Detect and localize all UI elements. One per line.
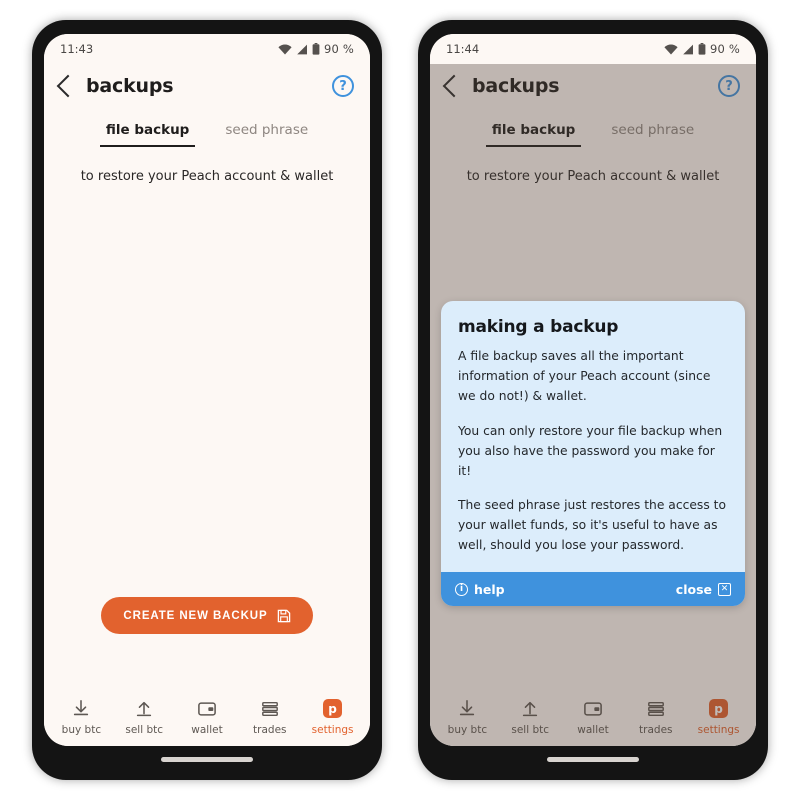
create-new-backup-label: CREATE NEW BACKUP [123, 609, 268, 622]
phone-screen-right: 11:44 90 % backups ? file backup seed ph… [430, 34, 756, 746]
nav-item-trades[interactable]: trades [242, 699, 298, 736]
screenshot-stage: 11:43 90 % backups ? file backup seed ph… [0, 0, 800, 800]
phone-device-left: 11:43 90 % backups ? file backup seed ph… [32, 20, 382, 780]
upload-arrow-icon [134, 699, 154, 719]
app-content-right: backups ? file backup seed phrase to res… [430, 64, 756, 746]
wifi-icon [278, 43, 292, 54]
save-disk-icon [277, 609, 290, 622]
wifi-icon [664, 43, 678, 54]
battery-percent: 90 % [709, 42, 740, 56]
phone-device-right: 11:44 90 % backups ? file backup seed ph… [418, 20, 768, 780]
help-popup-body: making a backup A file backup saves all … [441, 301, 745, 572]
help-icon[interactable]: ? [332, 75, 354, 97]
close-button-label: close [675, 581, 712, 597]
phone-screen-left: 11:43 90 % backups ? file backup seed ph… [44, 34, 370, 746]
app-header: backups ? [44, 64, 370, 108]
page-title: backups [86, 75, 174, 97]
nav-label-settings: settings [311, 723, 354, 736]
status-time: 11:44 [446, 42, 480, 56]
status-icons: 90 % [278, 42, 354, 56]
battery-icon [312, 43, 320, 55]
info-circle-icon: i [455, 582, 468, 596]
help-popup-paragraph-2: You can only restore your file backup wh… [458, 423, 723, 478]
home-indicator [547, 757, 639, 762]
subtitle-text: to restore your Peach account & wallet [80, 169, 334, 184]
nav-label-buy-btc: buy btc [61, 723, 102, 736]
status-bar: 11:43 90 % [44, 34, 370, 64]
close-box-icon: ✕ [718, 582, 731, 596]
nav-label-sell-btc: sell btc [125, 723, 164, 736]
help-button-label: help [474, 581, 505, 597]
battery-icon [698, 43, 706, 55]
help-popup-paragraph-3: The seed phrase just restores the access… [458, 498, 726, 553]
cellular-signal-icon [683, 44, 693, 54]
help-button[interactable]: i help [455, 582, 505, 597]
bottom-navigation: buy btc sell btc wallet trades p setting… [44, 688, 370, 746]
nav-item-buy-btc[interactable]: buy btc [53, 699, 109, 736]
download-arrow-icon [71, 699, 91, 719]
wallet-icon [197, 699, 217, 719]
status-time: 11:43 [60, 42, 94, 56]
help-popup-title: making a backup [458, 317, 619, 337]
status-icons: 90 % [664, 42, 740, 56]
status-bar: 11:44 90 % [430, 34, 756, 64]
peach-logo-icon: p [323, 699, 343, 719]
tab-bar: file backup seed phrase [44, 122, 370, 147]
cta-container: CREATE NEW BACKUP [44, 597, 370, 634]
nav-item-settings[interactable]: p settings [305, 699, 361, 736]
battery-percent: 90 % [323, 42, 354, 56]
stacked-bars-icon [260, 699, 280, 719]
chevron-left-icon[interactable] [56, 74, 80, 98]
home-indicator [161, 757, 253, 762]
help-popup: making a backup A file backup saves all … [441, 301, 745, 607]
nav-label-wallet: wallet [191, 723, 223, 736]
nav-label-trades: trades [253, 723, 287, 736]
nav-item-wallet[interactable]: wallet [179, 699, 235, 736]
help-popup-footer: i help close ✕ [441, 572, 745, 607]
tab-file-backup[interactable]: file backup [99, 122, 195, 147]
cellular-signal-icon [297, 44, 307, 54]
create-new-backup-button[interactable]: CREATE NEW BACKUP [101, 597, 313, 634]
tab-seed-phrase[interactable]: seed phrase [225, 122, 308, 147]
peach-badge: p [323, 699, 343, 718]
nav-item-sell-btc[interactable]: sell btc [116, 699, 172, 736]
help-popup-paragraph-1: A file backup saves all the important in… [458, 349, 711, 403]
app-content-left: backups ? file backup seed phrase to res… [44, 64, 370, 746]
close-button[interactable]: close ✕ [676, 582, 731, 597]
